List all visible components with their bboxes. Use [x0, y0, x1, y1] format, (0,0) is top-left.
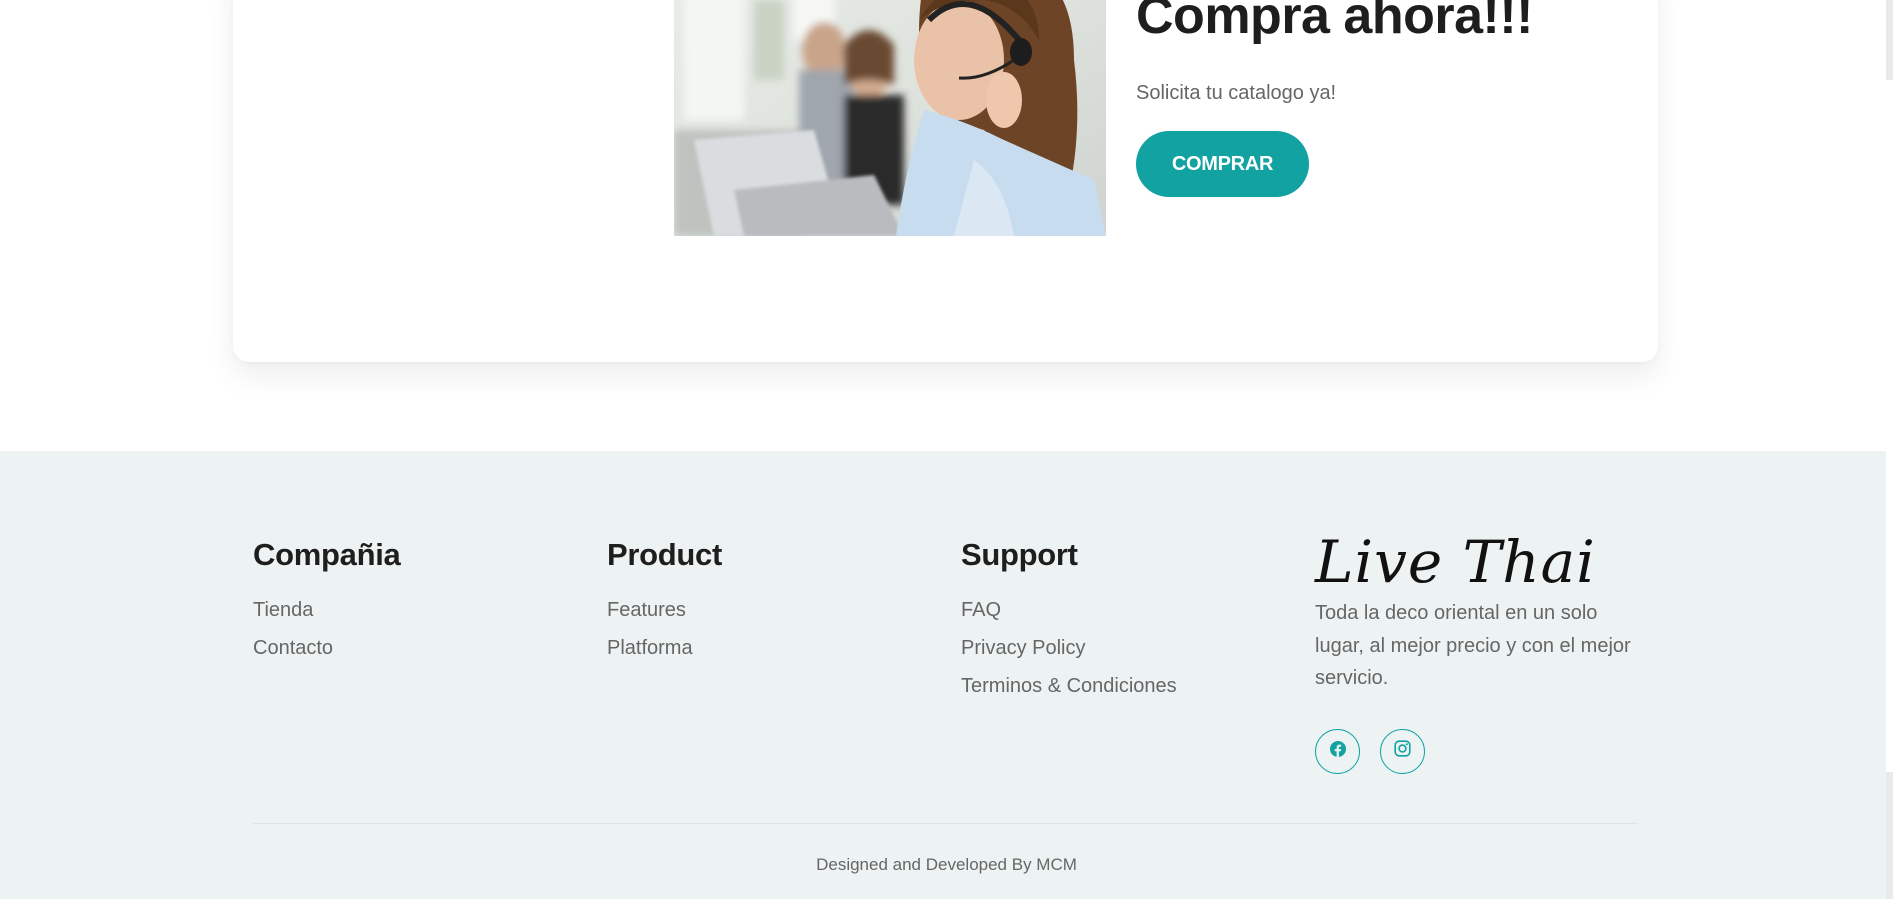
footer-column-company: Compañia Tienda Contacto	[253, 537, 401, 667]
cta-title: Compra ahora!!!	[1136, 0, 1533, 45]
footer-column-title: Support	[961, 537, 1078, 572]
instagram-button[interactable]	[1380, 728, 1425, 774]
scrollbar-thumb[interactable]	[1886, 0, 1893, 80]
footer-column-title: Product	[607, 537, 723, 572]
footer-link-contacto[interactable]: Contacto	[253, 637, 333, 659]
footer-column-support: Support FAQ Privacy Policy Terminos & Co…	[961, 537, 1177, 705]
buy-button[interactable]: COMPRAR	[1136, 131, 1309, 197]
site-footer: Compañia Tienda Contacto Product Feature…	[0, 451, 1886, 899]
facebook-icon	[1329, 740, 1346, 762]
footer-link-features[interactable]: Features	[607, 599, 686, 621]
footer-link-tienda[interactable]: Tienda	[253, 599, 313, 621]
instagram-icon	[1394, 740, 1411, 762]
scrollbar-segment	[1886, 772, 1893, 899]
brand-description: Toda la deco oriental en un solo lugar, …	[1315, 602, 1631, 689]
footer-column-title: Compañia	[253, 537, 401, 572]
footer-link-faq[interactable]: FAQ	[961, 599, 1001, 621]
call-center-photo	[674, 0, 1106, 236]
facebook-button[interactable]	[1315, 728, 1360, 774]
copyright-text: Designed and Developed By MCM	[816, 855, 1077, 874]
footer-divider	[253, 823, 1638, 824]
cta-card: Compra ahora!!! Solicita tu catalogo ya!…	[233, 0, 1658, 362]
footer-brand: Live Thai Toda la deco oriental en un so…	[1315, 529, 1645, 774]
social-links	[1315, 728, 1645, 774]
footer-link-platforma[interactable]: Platforma	[607, 637, 693, 659]
footer-column-product: Product Features Platforma	[607, 537, 722, 667]
footer-link-privacy-policy[interactable]: Privacy Policy	[961, 637, 1085, 659]
brand-logo[interactable]: Live Thai	[1315, 529, 1645, 595]
cta-subtitle: Solicita tu catalogo ya!	[1136, 82, 1337, 104]
scrollbar[interactable]	[1886, 0, 1893, 899]
footer-link-terms[interactable]: Terminos & Condiciones	[961, 675, 1177, 697]
